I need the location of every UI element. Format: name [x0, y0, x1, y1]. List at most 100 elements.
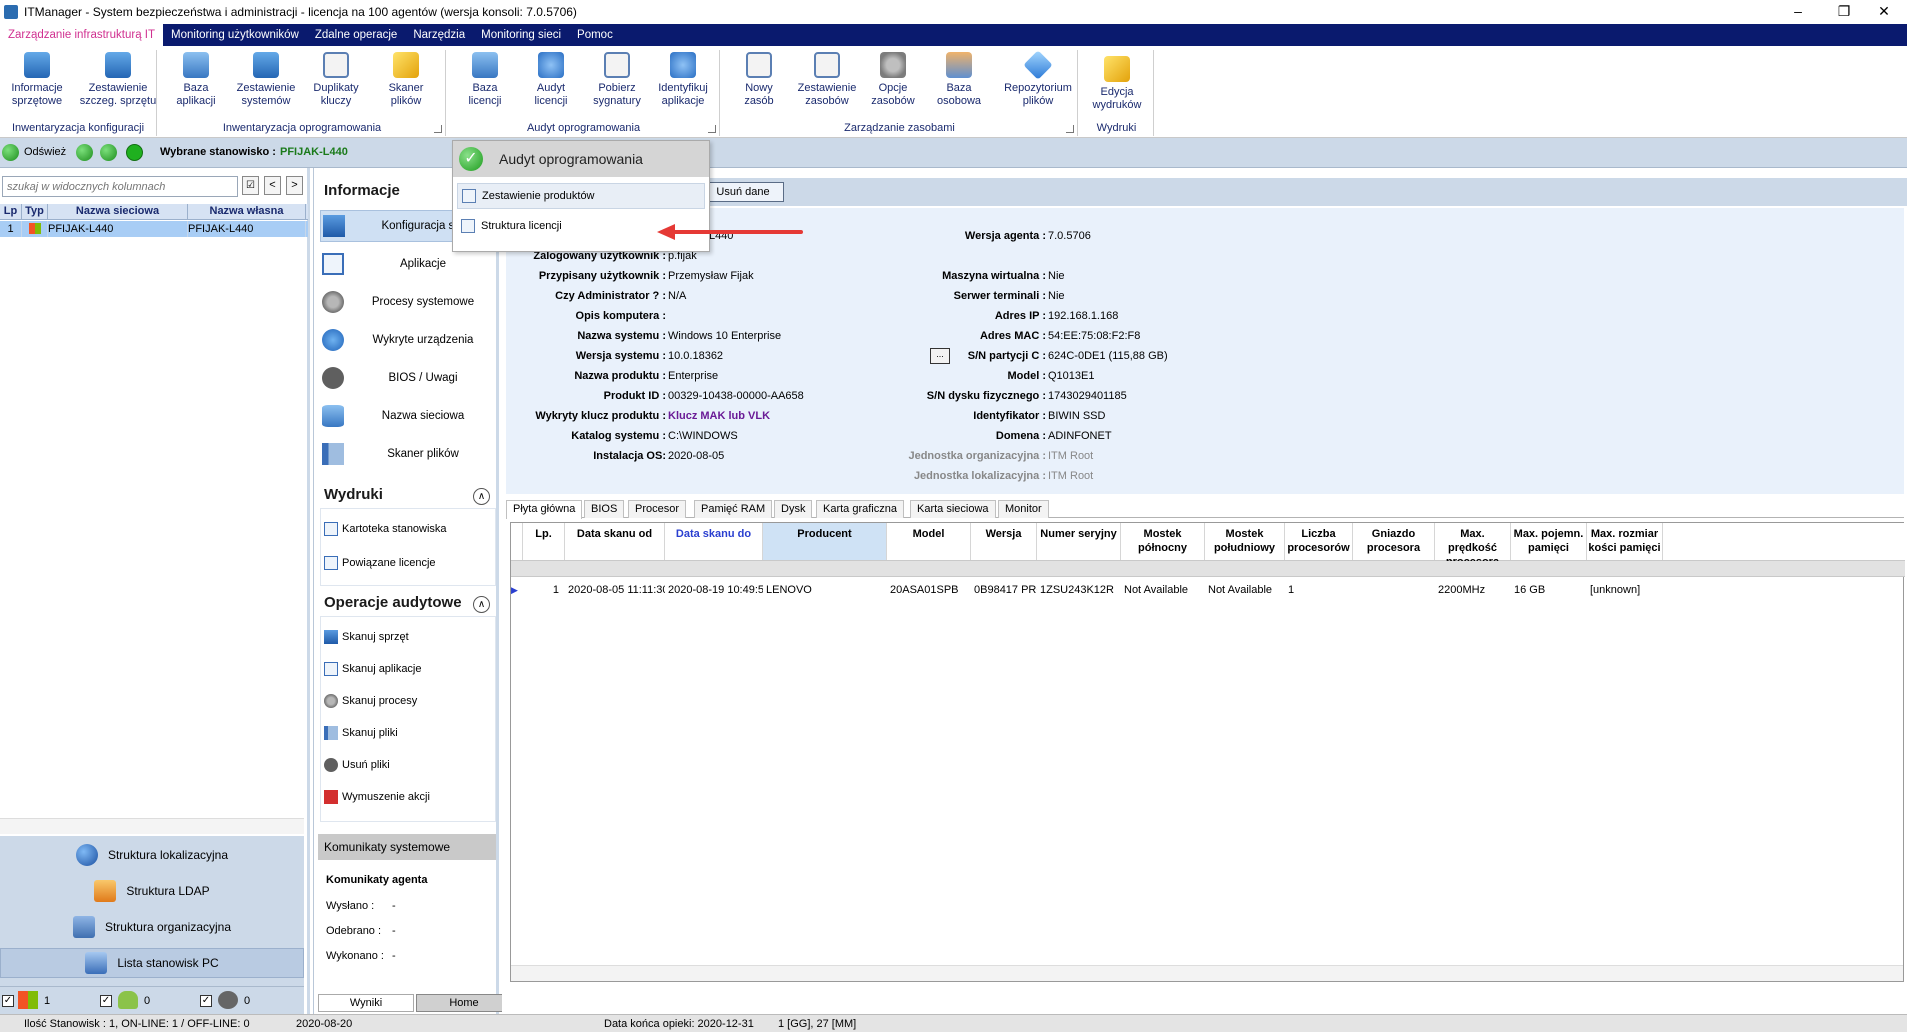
- tab-home[interactable]: Home: [416, 994, 512, 1012]
- edycja-wydrukow-button[interactable]: Edycja wydruków: [1080, 56, 1154, 120]
- wykryte-urzadzenia-item[interactable]: Wykryte urządzenia: [320, 324, 496, 356]
- repozytorium-plikow-button[interactable]: Repozytorium plików: [996, 50, 1080, 116]
- bios-uwagi-item[interactable]: BIOS / Uwagi: [320, 362, 496, 394]
- skanuj-sprzet-item[interactable]: Skanuj sprzęt: [324, 626, 494, 648]
- tab-karta-sieciowa[interactable]: Karta sieciowa: [910, 500, 996, 518]
- baza-aplikacji-button[interactable]: Baza aplikacji: [159, 52, 233, 116]
- next-button[interactable]: >: [286, 176, 303, 195]
- nav-struktura-organizacyjna[interactable]: Struktura organizacyjna: [0, 912, 304, 942]
- kartoteka-stanowiska-item[interactable]: Kartoteka stanowiska: [324, 518, 494, 540]
- forward-icon[interactable]: [100, 144, 117, 161]
- audyt-licencji-button[interactable]: Audyt licencji: [514, 52, 588, 116]
- collapse-icon[interactable]: ∧: [473, 488, 490, 505]
- table-row[interactable]: ▶ 1 2020-08-05 11:11:30 2020-08-19 10:49:52…: [511, 581, 1905, 599]
- partition-details-button[interactable]: ...: [930, 348, 950, 364]
- grid-filter-row[interactable]: [511, 561, 1905, 577]
- menu-infrastruktura[interactable]: Zarządzanie infrastrukturą IT: [0, 24, 164, 46]
- skanuj-procesy-item[interactable]: Skanuj procesy: [324, 690, 494, 712]
- grid-col-11[interactable]: Max. prędkość procesora: [1435, 523, 1511, 568]
- tab-bios[interactable]: BIOS: [584, 500, 625, 518]
- search-input[interactable]: [2, 176, 238, 197]
- tab-plyta-glowna[interactable]: Płyta główna: [506, 500, 583, 519]
- dialog-launcher-icon[interactable]: [1066, 125, 1074, 133]
- tab-monitor[interactable]: Monitor: [998, 500, 1049, 518]
- refresh-button[interactable]: Odśwież: [24, 146, 66, 158]
- zestawienie-sprzetu-button[interactable]: Zestawienie szczeg. sprzętu: [78, 52, 158, 116]
- col-typ[interactable]: Typ: [22, 204, 48, 219]
- tab-wyniki[interactable]: Wyniki: [318, 994, 414, 1012]
- col-nazwa-wlasna[interactable]: Nazwa własna: [188, 204, 306, 219]
- grid-col-12[interactable]: Max. pojemn. pamięci: [1511, 523, 1587, 560]
- aplikacje-item[interactable]: Aplikacje: [320, 248, 496, 280]
- horizontal-scrollbar[interactable]: [0, 818, 304, 834]
- procesy-systemowe-item[interactable]: Procesy systemowe: [320, 286, 496, 318]
- skanuj-pliki-item[interactable]: Skanuj pliki: [324, 722, 494, 744]
- menu-narzedzia[interactable]: Narzędzia: [405, 24, 473, 46]
- skaner-plikow-button[interactable]: Skaner plików: [369, 52, 443, 116]
- opcje-zasobow-button[interactable]: Opcje zasobów: [856, 52, 930, 116]
- horizontal-scrollbar[interactable]: [511, 965, 1903, 981]
- grid-col-13[interactable]: Max. rozmiar kości pamięci: [1587, 523, 1663, 560]
- baza-licencji-button[interactable]: Baza licencji: [448, 52, 522, 116]
- grid-col-0[interactable]: Lp.: [523, 523, 565, 560]
- pobierz-sygnatury-button[interactable]: Pobierz sygnatury: [580, 52, 654, 116]
- tab-pamiec-ram[interactable]: Pamięć RAM: [694, 500, 773, 518]
- zestawienie-zasobow-button[interactable]: Zestawienie zasobów: [790, 52, 864, 116]
- powiazane-licencje-item[interactable]: Powiązane licencje: [324, 552, 494, 574]
- dialog-launcher-icon[interactable]: [434, 125, 442, 133]
- grid-col-3[interactable]: Producent: [763, 523, 887, 560]
- duplikaty-kluczy-button[interactable]: Duplikaty kluczy: [299, 52, 373, 116]
- apple-filter-checkbox[interactable]: ✓: [200, 995, 212, 1007]
- group-label: Zarządzanie zasobami: [844, 122, 955, 134]
- col-nazwa-sieciowa[interactable]: Nazwa sieciowa: [48, 204, 188, 219]
- baza-osobowa-button[interactable]: Baza osobowa: [922, 52, 996, 116]
- zestawienie-produktow-item[interactable]: Zestawienie produktów: [457, 183, 705, 209]
- menu-pomoc[interactable]: Pomoc: [569, 24, 621, 46]
- komunikaty-header[interactable]: Komunikaty systemowe: [318, 834, 496, 860]
- grid-col-9[interactable]: Liczba procesorów: [1285, 523, 1353, 560]
- refresh-icon[interactable]: [2, 144, 19, 161]
- minimize-button[interactable]: –: [1775, 0, 1821, 24]
- grid-col-2[interactable]: Data skanu do: [665, 523, 763, 560]
- nav-struktura-ldap[interactable]: Struktura LDAP: [0, 876, 304, 906]
- report-icon: [324, 556, 338, 570]
- grid-col-7[interactable]: Mostek północny: [1121, 523, 1205, 560]
- skaner-plikow-item[interactable]: Skaner plików: [320, 438, 496, 470]
- menu-zdalne-operacje[interactable]: Zdalne operacje: [307, 24, 405, 46]
- android-filter-checkbox[interactable]: ✓: [100, 995, 112, 1007]
- nazwa-sieciowa-item[interactable]: Nazwa sieciowa: [320, 400, 496, 432]
- select-all-checkbox[interactable]: ☑: [242, 176, 259, 195]
- group-label: Inwentaryzacja konfiguracji: [11, 122, 145, 134]
- zestawienie-systemow-button[interactable]: Zestawienie systemów: [229, 52, 303, 116]
- tab-procesor[interactable]: Procesor: [628, 500, 687, 518]
- grid-col-1[interactable]: Data skanu od: [565, 523, 665, 560]
- grid-col-4[interactable]: Model: [887, 523, 971, 560]
- tab-karta-graficzna[interactable]: Karta graficzna: [816, 500, 904, 518]
- dialog-launcher-icon[interactable]: [708, 125, 716, 133]
- nav-lista-stanowisk[interactable]: Lista stanowisk PC: [0, 948, 304, 978]
- grid-col-8[interactable]: Mostek południowy: [1205, 523, 1285, 560]
- menu-monitoring-uzytkownikow[interactable]: Monitoring użytkowników: [163, 24, 307, 46]
- grid-col-5[interactable]: Wersja: [971, 523, 1037, 560]
- wymuszenie-akcji-item[interactable]: Wymuszenie akcji: [324, 786, 494, 808]
- grid-col-10[interactable]: Gniazdo procesora: [1353, 523, 1435, 560]
- informacje-sprzetowe-button[interactable]: Informacje sprzętowe: [0, 52, 74, 116]
- menu-monitoring-sieci[interactable]: Monitoring sieci: [473, 24, 569, 46]
- collapse-icon[interactable]: ∧: [473, 596, 490, 613]
- col-lp[interactable]: Lp: [0, 204, 22, 219]
- nav-struktura-lokalizacyjna[interactable]: Struktura lokalizacyjna: [0, 840, 304, 870]
- back-icon[interactable]: [76, 144, 93, 161]
- annotation-arrow: [657, 224, 803, 240]
- nowy-zasob-button[interactable]: Nowy zasób: [722, 52, 796, 116]
- table-row[interactable]: 1 PFIJAK-L440 PFIJAK-L440: [0, 221, 308, 237]
- skanuj-aplikacje-item[interactable]: Skanuj aplikacje: [324, 658, 494, 680]
- tab-dysk[interactable]: Dysk: [774, 500, 813, 518]
- close-button[interactable]: ✕: [1861, 0, 1907, 24]
- fields_left-label-2: Przypisany użytkownik :: [538, 270, 666, 282]
- windows-filter-checkbox[interactable]: ✓: [2, 995, 14, 1007]
- identyfikuj-aplikacje-button[interactable]: Identyfikuj aplikacje: [646, 52, 720, 116]
- grid-col-6[interactable]: Numer seryjny: [1037, 523, 1121, 560]
- usun-dane-button[interactable]: Usuń dane: [702, 182, 784, 202]
- usun-pliki-item[interactable]: Usuń pliki: [324, 754, 494, 776]
- prev-button[interactable]: <: [264, 176, 281, 195]
